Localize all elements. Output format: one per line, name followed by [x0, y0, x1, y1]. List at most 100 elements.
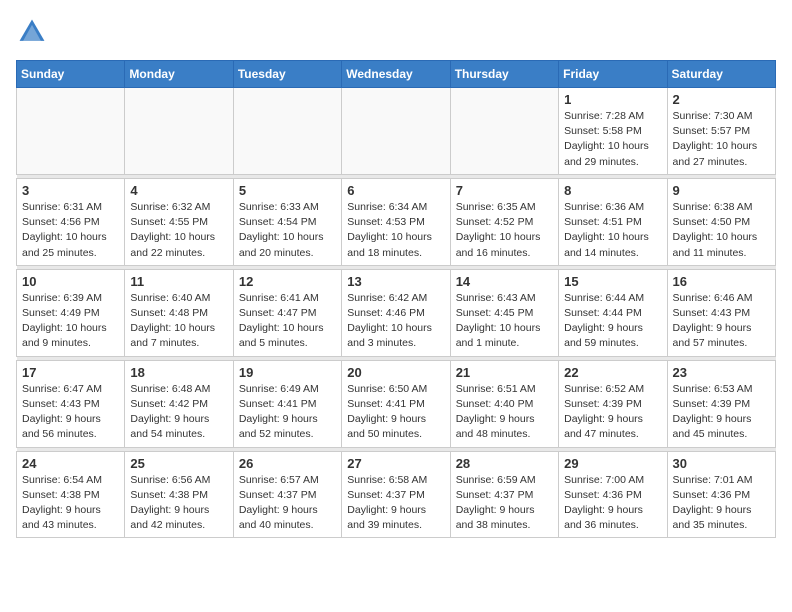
day-info: Sunrise: 6:58 AM Sunset: 4:37 PM Dayligh… — [347, 473, 444, 534]
day-info: Sunrise: 7:01 AM Sunset: 4:36 PM Dayligh… — [673, 473, 770, 534]
calendar-cell: 29 Sunrise: 7:00 AM Sunset: 4:36 PM Dayli… — [559, 451, 667, 538]
calendar-cell: 10 Sunrise: 6:39 AM Sunset: 4:49 PM Dayli… — [17, 269, 125, 356]
day-info: Sunrise: 7:00 AM Sunset: 4:36 PM Dayligh… — [564, 473, 661, 534]
calendar-cell: 17Sunrise: 6:47 AM Sunset: 4:43 PM Dayli… — [17, 360, 125, 447]
calendar-cell: 13 Sunrise: 6:42 AM Sunset: 4:46 PM Dayli… — [342, 269, 450, 356]
day-info: Sunrise: 6:36 AM Sunset: 4:51 PM Dayligh… — [564, 200, 661, 261]
calendar-cell: 2 Sunrise: 7:30 AM Sunset: 5:57 PM Daylig… — [667, 88, 775, 175]
day-info: Sunrise: 6:41 AM Sunset: 4:47 PM Dayligh… — [239, 291, 336, 352]
calendar-cell: 22 Sunrise: 6:52 AM Sunset: 4:39 PM Dayli… — [559, 360, 667, 447]
day-info: Sunrise: 6:40 AM Sunset: 4:48 PM Dayligh… — [130, 291, 227, 352]
day-info: Sunrise: 6:42 AM Sunset: 4:46 PM Dayligh… — [347, 291, 444, 352]
day-number: 30 — [673, 456, 770, 471]
calendar-header-row: SundayMondayTuesdayWednesdayThursdayFrid… — [17, 61, 776, 88]
calendar-cell: 3 Sunrise: 6:31 AM Sunset: 4:56 PM Daylig… — [17, 178, 125, 265]
day-number: 22 — [564, 365, 661, 380]
day-info: Sunrise: 6:59 AM Sunset: 4:37 PM Dayligh… — [456, 473, 553, 534]
calendar-cell: 19Sunrise: 6:49 AM Sunset: 4:41 PM Dayli… — [233, 360, 341, 447]
day-info: Sunrise: 6:33 AM Sunset: 4:54 PM Dayligh… — [239, 200, 336, 261]
calendar-week-row: 24Sunrise: 6:54 AM Sunset: 4:38 PM Dayli… — [17, 451, 776, 538]
calendar-cell: 24Sunrise: 6:54 AM Sunset: 4:38 PM Dayli… — [17, 451, 125, 538]
logo — [16, 16, 52, 48]
day-info: Sunrise: 6:52 AM Sunset: 4:39 PM Dayligh… — [564, 382, 661, 443]
calendar-cell: 9 Sunrise: 6:38 AM Sunset: 4:50 PM Daylig… — [667, 178, 775, 265]
calendar-header-monday: Monday — [125, 61, 233, 88]
day-number: 26 — [239, 456, 336, 471]
day-number: 14 — [456, 274, 553, 289]
day-number: 5 — [239, 183, 336, 198]
calendar-week-row: 10 Sunrise: 6:39 AM Sunset: 4:49 PM Dayli… — [17, 269, 776, 356]
day-number: 8 — [564, 183, 661, 198]
calendar-cell: 14 Sunrise: 6:43 AM Sunset: 4:45 PM Dayli… — [450, 269, 558, 356]
page-header — [16, 16, 776, 48]
day-info: Sunrise: 6:56 AM Sunset: 4:38 PM Dayligh… — [130, 473, 227, 534]
day-info: Sunrise: 7:30 AM Sunset: 5:57 PM Dayligh… — [673, 109, 770, 170]
day-number: 18 — [130, 365, 227, 380]
calendar-header-wednesday: Wednesday — [342, 61, 450, 88]
calendar-cell — [125, 88, 233, 175]
calendar-cell: 28 Sunrise: 6:59 AM Sunset: 4:37 PM Dayli… — [450, 451, 558, 538]
day-info: Sunrise: 6:38 AM Sunset: 4:50 PM Dayligh… — [673, 200, 770, 261]
calendar-cell: 7 Sunrise: 6:35 AM Sunset: 4:52 PM Daylig… — [450, 178, 558, 265]
calendar-cell: 23 Sunrise: 6:53 AM Sunset: 4:39 PM Dayli… — [667, 360, 775, 447]
calendar-cell: 1 Sunrise: 7:28 AM Sunset: 5:58 PM Daylig… — [559, 88, 667, 175]
day-number: 6 — [347, 183, 444, 198]
day-info: Sunrise: 6:44 AM Sunset: 4:44 PM Dayligh… — [564, 291, 661, 352]
calendar-cell: 6 Sunrise: 6:34 AM Sunset: 4:53 PM Daylig… — [342, 178, 450, 265]
day-number: 9 — [673, 183, 770, 198]
day-number: 13 — [347, 274, 444, 289]
calendar-cell: 4 Sunrise: 6:32 AM Sunset: 4:55 PM Daylig… — [125, 178, 233, 265]
calendar-cell: 30 Sunrise: 7:01 AM Sunset: 4:36 PM Dayli… — [667, 451, 775, 538]
day-number: 28 — [456, 456, 553, 471]
day-info: Sunrise: 6:50 AM Sunset: 4:41 PM Dayligh… — [347, 382, 444, 443]
day-info: Sunrise: 6:31 AM Sunset: 4:56 PM Dayligh… — [22, 200, 119, 261]
day-number: 25 — [130, 456, 227, 471]
day-number: 11 — [130, 274, 227, 289]
day-number: 7 — [456, 183, 553, 198]
calendar-cell: 11 Sunrise: 6:40 AM Sunset: 4:48 PM Dayli… — [125, 269, 233, 356]
calendar-cell: 5 Sunrise: 6:33 AM Sunset: 4:54 PM Daylig… — [233, 178, 341, 265]
calendar-header-friday: Friday — [559, 61, 667, 88]
day-info: Sunrise: 6:39 AM Sunset: 4:49 PM Dayligh… — [22, 291, 119, 352]
calendar-cell: 21 Sunrise: 6:51 AM Sunset: 4:40 PM Dayli… — [450, 360, 558, 447]
logo-icon — [16, 16, 48, 48]
calendar-header-sunday: Sunday — [17, 61, 125, 88]
calendar-cell: 15 Sunrise: 6:44 AM Sunset: 4:44 PM Dayli… — [559, 269, 667, 356]
day-number: 29 — [564, 456, 661, 471]
day-number: 10 — [22, 274, 119, 289]
day-number: 23 — [673, 365, 770, 380]
calendar-cell: 18Sunrise: 6:48 AM Sunset: 4:42 PM Dayli… — [125, 360, 233, 447]
day-info: Sunrise: 6:47 AM Sunset: 4:43 PM Dayligh… — [22, 382, 119, 443]
day-info: Sunrise: 6:43 AM Sunset: 4:45 PM Dayligh… — [456, 291, 553, 352]
day-info: Sunrise: 6:53 AM Sunset: 4:39 PM Dayligh… — [673, 382, 770, 443]
day-number: 1 — [564, 92, 661, 107]
calendar-cell: 16Sunrise: 6:46 AM Sunset: 4:43 PM Dayli… — [667, 269, 775, 356]
day-info: Sunrise: 7:28 AM Sunset: 5:58 PM Dayligh… — [564, 109, 661, 170]
day-number: 4 — [130, 183, 227, 198]
calendar-cell — [233, 88, 341, 175]
day-number: 19 — [239, 365, 336, 380]
day-number: 12 — [239, 274, 336, 289]
day-info: Sunrise: 6:32 AM Sunset: 4:55 PM Dayligh… — [130, 200, 227, 261]
calendar-table: SundayMondayTuesdayWednesdayThursdayFrid… — [16, 60, 776, 538]
day-number: 15 — [564, 274, 661, 289]
day-number: 27 — [347, 456, 444, 471]
calendar-cell — [17, 88, 125, 175]
calendar-cell: 20 Sunrise: 6:50 AM Sunset: 4:41 PM Dayli… — [342, 360, 450, 447]
day-number: 21 — [456, 365, 553, 380]
calendar-header-tuesday: Tuesday — [233, 61, 341, 88]
day-number: 20 — [347, 365, 444, 380]
day-number: 3 — [22, 183, 119, 198]
day-info: Sunrise: 6:35 AM Sunset: 4:52 PM Dayligh… — [456, 200, 553, 261]
calendar-cell: 12 Sunrise: 6:41 AM Sunset: 4:47 PM Dayli… — [233, 269, 341, 356]
calendar-cell — [342, 88, 450, 175]
day-info: Sunrise: 6:34 AM Sunset: 4:53 PM Dayligh… — [347, 200, 444, 261]
day-number: 2 — [673, 92, 770, 107]
day-info: Sunrise: 6:57 AM Sunset: 4:37 PM Dayligh… — [239, 473, 336, 534]
calendar-cell — [450, 88, 558, 175]
calendar-week-row: 17Sunrise: 6:47 AM Sunset: 4:43 PM Dayli… — [17, 360, 776, 447]
day-number: 16 — [673, 274, 770, 289]
calendar-cell: 8 Sunrise: 6:36 AM Sunset: 4:51 PM Daylig… — [559, 178, 667, 265]
day-info: Sunrise: 6:51 AM Sunset: 4:40 PM Dayligh… — [456, 382, 553, 443]
calendar-cell: 27 Sunrise: 6:58 AM Sunset: 4:37 PM Dayli… — [342, 451, 450, 538]
